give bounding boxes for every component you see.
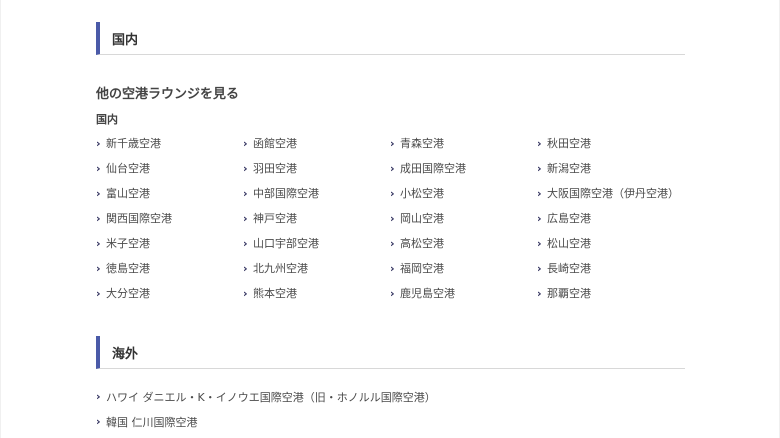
chevron-right-icon: › xyxy=(390,261,395,275)
domestic-airport-link[interactable]: › 広島空港 xyxy=(537,208,685,228)
chevron-right-icon: › xyxy=(96,211,101,225)
chevron-right-icon: › xyxy=(537,161,542,175)
chevron-right-icon: › xyxy=(96,161,101,175)
domestic-airport-label: 広島空港 xyxy=(547,212,591,225)
domestic-airport-label: 熊本空港 xyxy=(253,287,297,300)
chevron-right-icon: › xyxy=(243,261,248,275)
domestic-airport-label: 山口宇部空港 xyxy=(253,237,319,250)
other-lounges-heading: 他の空港ラウンジを見る xyxy=(96,87,240,102)
domestic-airport-link[interactable]: › 大阪国際空港（伊丹空港） xyxy=(537,183,685,203)
domestic-airport-link[interactable]: › 羽田空港 xyxy=(243,158,390,178)
domestic-airport-label: 関西国際空港 xyxy=(106,212,172,225)
domestic-airport-link[interactable]: › 高松空港 xyxy=(390,233,537,253)
domestic-airport-link[interactable]: › 神戸空港 xyxy=(243,208,390,228)
chevron-right-icon: › xyxy=(537,211,542,225)
domestic-airport-link[interactable]: › 鹿児島空港 xyxy=(390,283,537,303)
chevron-right-icon: › xyxy=(537,286,542,300)
chevron-right-icon: › xyxy=(96,390,101,403)
overseas-airport-label: 韓国 仁川国際空港 xyxy=(106,415,198,429)
chevron-right-icon: › xyxy=(243,211,248,225)
chevron-right-icon: › xyxy=(96,286,101,300)
chevron-right-icon: › xyxy=(243,136,248,150)
domestic-airport-label: 秋田空港 xyxy=(547,137,591,150)
domestic-airport-label: 北九州空港 xyxy=(253,262,308,275)
domestic-airport-label: 新潟空港 xyxy=(547,162,591,175)
domestic-airport-link[interactable]: › 秋田空港 xyxy=(537,133,685,153)
chevron-right-icon: › xyxy=(96,261,101,275)
domestic-airport-link[interactable]: › 長崎空港 xyxy=(537,258,685,278)
domestic-airport-link[interactable]: › 北九州空港 xyxy=(243,258,390,278)
page: 国内 他の空港ラウンジを見る 国内 › 新千歳空港 › 函館空港 › 青森空港 › 秋田空港 ›… xyxy=(0,0,780,438)
section-header-overseas: 海外 xyxy=(96,336,685,369)
domestic-airport-link[interactable]: › 新千歳空港 xyxy=(96,133,243,153)
domestic-airport-link[interactable]: › 松山空港 xyxy=(537,233,685,253)
domestic-airport-link[interactable]: › 米子空港 xyxy=(96,233,243,253)
other-lounges-subheading: 国内 xyxy=(96,113,118,126)
domestic-airport-link[interactable]: › 青森空港 xyxy=(390,133,537,153)
overseas-airport-label: ハワイ ダニエル・K・イノウエ国際空港（旧・ホノルル国際空港） xyxy=(106,390,436,404)
domestic-airport-label: 羽田空港 xyxy=(253,162,297,175)
domestic-airport-link[interactable]: › 岡山空港 xyxy=(390,208,537,228)
domestic-airport-link[interactable]: › 新潟空港 xyxy=(537,158,685,178)
domestic-airport-link[interactable]: › 関西国際空港 xyxy=(96,208,243,228)
domestic-airport-link[interactable]: › 富山空港 xyxy=(96,183,243,203)
chevron-right-icon: › xyxy=(96,136,101,150)
domestic-airport-label: 成田国際空港 xyxy=(400,162,466,175)
domestic-airport-label: 青森空港 xyxy=(400,137,444,150)
domestic-airport-link[interactable]: › 大分空港 xyxy=(96,283,243,303)
domestic-airport-label: 大分空港 xyxy=(106,287,150,300)
domestic-airport-label: 函館空港 xyxy=(253,137,297,150)
section-title-overseas: 海外 xyxy=(112,346,139,362)
domestic-airport-label: 神戸空港 xyxy=(253,212,297,225)
chevron-right-icon: › xyxy=(243,186,248,200)
chevron-right-icon: › xyxy=(243,236,248,250)
domestic-airport-label: 新千歳空港 xyxy=(106,137,161,150)
domestic-airport-link[interactable]: › 函館空港 xyxy=(243,133,390,153)
domestic-airport-link[interactable]: › 中部国際空港 xyxy=(243,183,390,203)
chevron-right-icon: › xyxy=(390,136,395,150)
domestic-airport-label: 仙台空港 xyxy=(106,162,150,175)
chevron-right-icon: › xyxy=(243,161,248,175)
section-header-domestic: 国内 xyxy=(96,22,685,55)
chevron-right-icon: › xyxy=(96,236,101,250)
domestic-airport-label: 富山空港 xyxy=(106,187,150,200)
domestic-airport-link[interactable]: › 成田国際空港 xyxy=(390,158,537,178)
chevron-right-icon: › xyxy=(390,286,395,300)
domestic-airport-label: 岡山空港 xyxy=(400,212,444,225)
domestic-airport-label: 徳島空港 xyxy=(106,262,150,275)
domestic-airport-label: 大阪国際空港（伊丹空港） xyxy=(547,187,679,200)
domestic-airport-link[interactable]: › 仙台空港 xyxy=(96,158,243,178)
domestic-airport-label: 松山空港 xyxy=(547,237,591,250)
domestic-airport-label: 高松空港 xyxy=(400,237,444,250)
domestic-airport-link[interactable]: › 熊本空港 xyxy=(243,283,390,303)
overseas-airport-list: › ハワイ ダニエル・K・イノウエ国際空港（旧・ホノルル国際空港） › 韓国 仁川国際… xyxy=(96,384,685,434)
domestic-airport-label: 那覇空港 xyxy=(547,287,591,300)
chevron-right-icon: › xyxy=(96,186,101,200)
domestic-airport-label: 中部国際空港 xyxy=(253,187,319,200)
chevron-right-icon: › xyxy=(390,186,395,200)
chevron-right-icon: › xyxy=(243,286,248,300)
domestic-airport-label: 米子空港 xyxy=(106,237,150,250)
chevron-right-icon: › xyxy=(537,261,542,275)
chevron-right-icon: › xyxy=(96,415,101,428)
domestic-airport-link[interactable]: › 小松空港 xyxy=(390,183,537,203)
domestic-airport-label: 長崎空港 xyxy=(547,262,591,275)
domestic-airport-list: › 新千歳空港 › 函館空港 › 青森空港 › 秋田空港 › 仙台空港 › 羽田空港 › 成田国際空港 › 新… xyxy=(96,133,685,308)
chevron-right-icon: › xyxy=(537,186,542,200)
domestic-airport-link[interactable]: › 山口宇部空港 xyxy=(243,233,390,253)
chevron-right-icon: › xyxy=(537,136,542,150)
domestic-airport-link[interactable]: › 福岡空港 xyxy=(390,258,537,278)
chevron-right-icon: › xyxy=(390,161,395,175)
overseas-airport-link[interactable]: › 韓国 仁川国際空港 xyxy=(96,409,685,434)
domestic-airport-link[interactable]: › 那覇空港 xyxy=(537,283,685,303)
domestic-airport-label: 福岡空港 xyxy=(400,262,444,275)
domestic-airport-label: 鹿児島空港 xyxy=(400,287,455,300)
overseas-airport-link[interactable]: › ハワイ ダニエル・K・イノウエ国際空港（旧・ホノルル国際空港） xyxy=(96,384,685,409)
domestic-airport-link[interactable]: › 徳島空港 xyxy=(96,258,243,278)
domestic-airport-label: 小松空港 xyxy=(400,187,444,200)
section-title-domestic: 国内 xyxy=(112,32,139,48)
chevron-right-icon: › xyxy=(390,236,395,250)
chevron-right-icon: › xyxy=(537,236,542,250)
chevron-right-icon: › xyxy=(390,211,395,225)
